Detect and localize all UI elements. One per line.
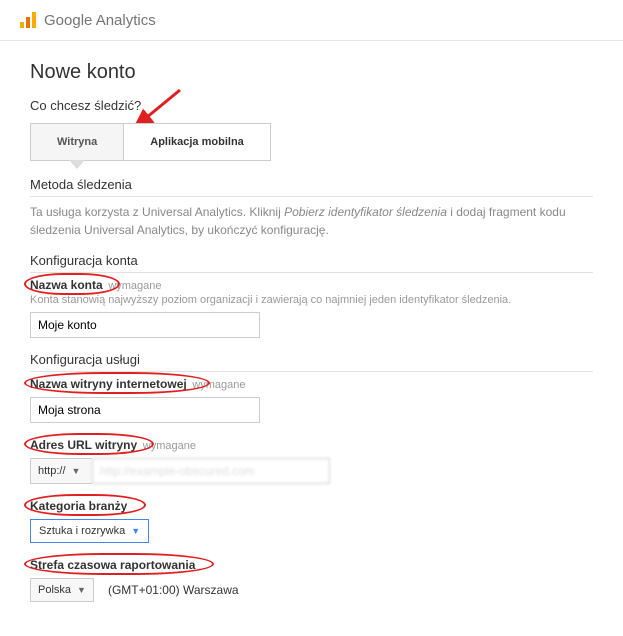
timezone-value: (GMT+01:00) Warszawa [108, 583, 239, 597]
logo-text: Google Analytics [44, 12, 156, 29]
main-content: Nowe konto Co chcesz śledzić? Witryna Ap… [0, 41, 623, 636]
page-title: Nowe konto [30, 61, 593, 84]
app-header: Google Analytics [0, 0, 623, 41]
tracking-type-tabs: Witryna Aplikacja mobilna [30, 123, 271, 161]
account-name-field: Nazwa konta wymagane Konta stanowią najw… [30, 277, 593, 338]
tab-mobile-app[interactable]: Aplikacja mobilna [124, 124, 270, 160]
account-name-input[interactable] [30, 312, 260, 338]
account-config-title: Konfiguracja konta [30, 253, 593, 273]
site-url-label: Adres URL witryny [30, 438, 137, 452]
site-name-label: Nazwa witryny internetowej [30, 377, 187, 391]
account-name-hint: Konta stanowią najwyższy poziom organiza… [30, 294, 593, 306]
timezone-label: Strefa czasowa raportowania [30, 558, 195, 572]
category-field: Kategoria branży Sztuka i rozrywka ▼ [30, 498, 593, 543]
timezone-country-select[interactable]: Polska ▼ [30, 578, 94, 602]
chevron-down-icon: ▼ [131, 526, 140, 536]
chevron-down-icon: ▼ [77, 585, 86, 595]
site-name-field: Nazwa witryny internetowej wymagane [30, 376, 593, 423]
chevron-down-icon: ▼ [72, 466, 81, 476]
protocol-select[interactable]: http:// ▼ [30, 458, 92, 484]
site-name-input[interactable] [30, 397, 260, 423]
category-select[interactable]: Sztuka i rozrywka ▼ [30, 519, 149, 543]
site-url-input[interactable] [92, 458, 330, 484]
tracking-method-desc: Ta usługa korzysta z Universal Analytics… [30, 203, 593, 239]
category-label: Kategoria branży [30, 499, 127, 513]
tracking-question: Co chcesz śledzić? [30, 98, 593, 113]
tab-website[interactable]: Witryna [31, 124, 124, 160]
analytics-logo-icon [18, 10, 38, 30]
service-config-title: Konfiguracja usługi [30, 352, 593, 372]
tracking-method-title: Metoda śledzenia [30, 177, 593, 197]
timezone-field: Strefa czasowa raportowania Polska ▼ (GM… [30, 557, 593, 602]
site-url-field: Adres URL witryny wymagane http:// ▼ [30, 437, 593, 484]
account-name-label: Nazwa konta [30, 278, 103, 292]
